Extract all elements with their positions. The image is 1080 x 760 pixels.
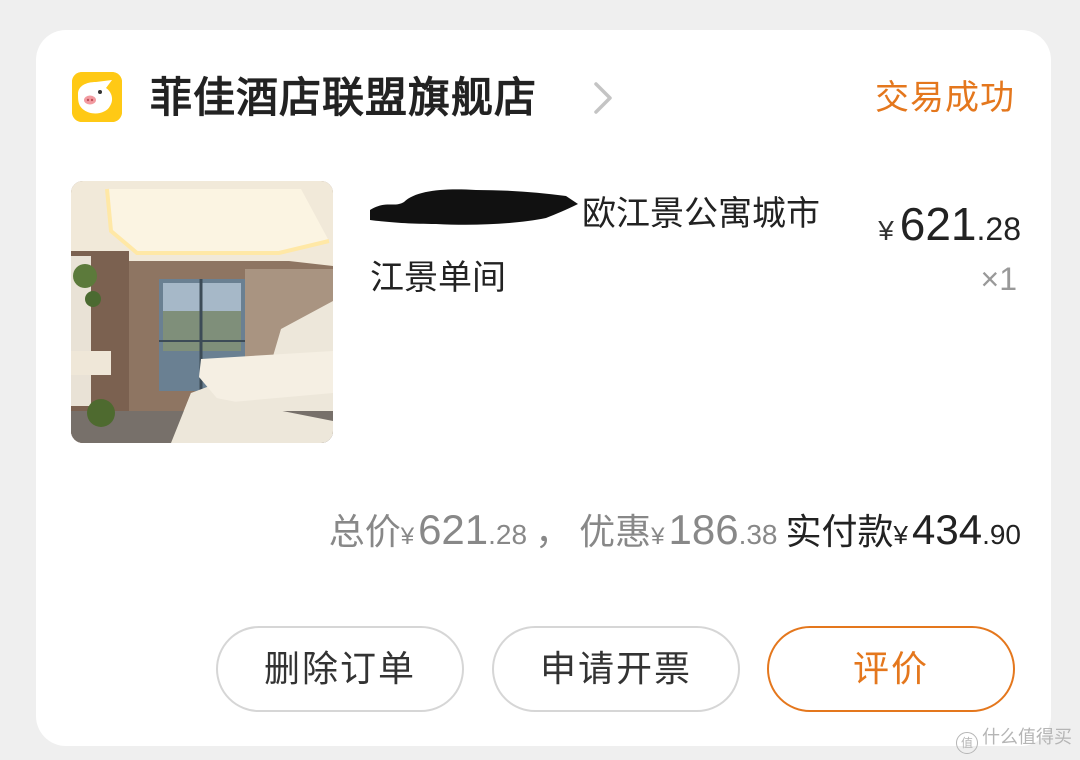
chevron-right-icon[interactable]: [588, 78, 618, 118]
paid-decimal: .90: [982, 519, 1021, 550]
unit-price-decimal: .28: [976, 211, 1021, 247]
paid-label: 实付款: [785, 511, 894, 552]
currency-symbol: ¥: [878, 215, 894, 246]
summary-separator: ，: [535, 511, 572, 552]
request-invoice-button[interactable]: 申请开票: [492, 626, 740, 712]
discount-integer: 186: [668, 506, 739, 553]
currency-symbol: ¥: [893, 520, 908, 550]
shop-name-link[interactable]: 菲佳酒店联盟旗舰店: [150, 68, 537, 128]
discount-label: 优惠: [579, 511, 652, 552]
paid-integer: 434: [911, 506, 983, 553]
price-summary: 总价¥621.28，优惠¥186.38 实付款¥434.90: [329, 500, 1021, 570]
unit-price-integer: 621: [899, 198, 977, 250]
total-decimal: .28: [488, 519, 528, 550]
product-title-line2: 江景单间: [370, 259, 506, 297]
discount-decimal: .38: [738, 519, 778, 550]
redaction-mark: [366, 180, 580, 228]
currency-symbol: ¥: [400, 523, 415, 550]
order-status: 交易成功: [875, 79, 1015, 117]
total-label: 总价: [328, 511, 401, 552]
delete-order-button[interactable]: 删除订单: [216, 626, 464, 712]
currency-symbol: ¥: [651, 523, 665, 550]
total-integer: 621: [418, 506, 489, 553]
hotel-room-photo[interactable]: [71, 181, 333, 443]
watermark-badge-icon: 值: [956, 732, 978, 754]
quantity: ×1: [980, 261, 1017, 297]
fliggy-pig-logo-icon[interactable]: [72, 72, 122, 122]
order-card: 菲佳酒店联盟旗舰店 交易成功 欧江景公寓城市 江景单间 ¥ 621.28 ×1 …: [36, 30, 1051, 746]
watermark-text: 什么值得买: [982, 727, 1072, 747]
review-button[interactable]: 评价: [767, 626, 1015, 712]
watermark: 值什么值得买: [956, 725, 1072, 754]
